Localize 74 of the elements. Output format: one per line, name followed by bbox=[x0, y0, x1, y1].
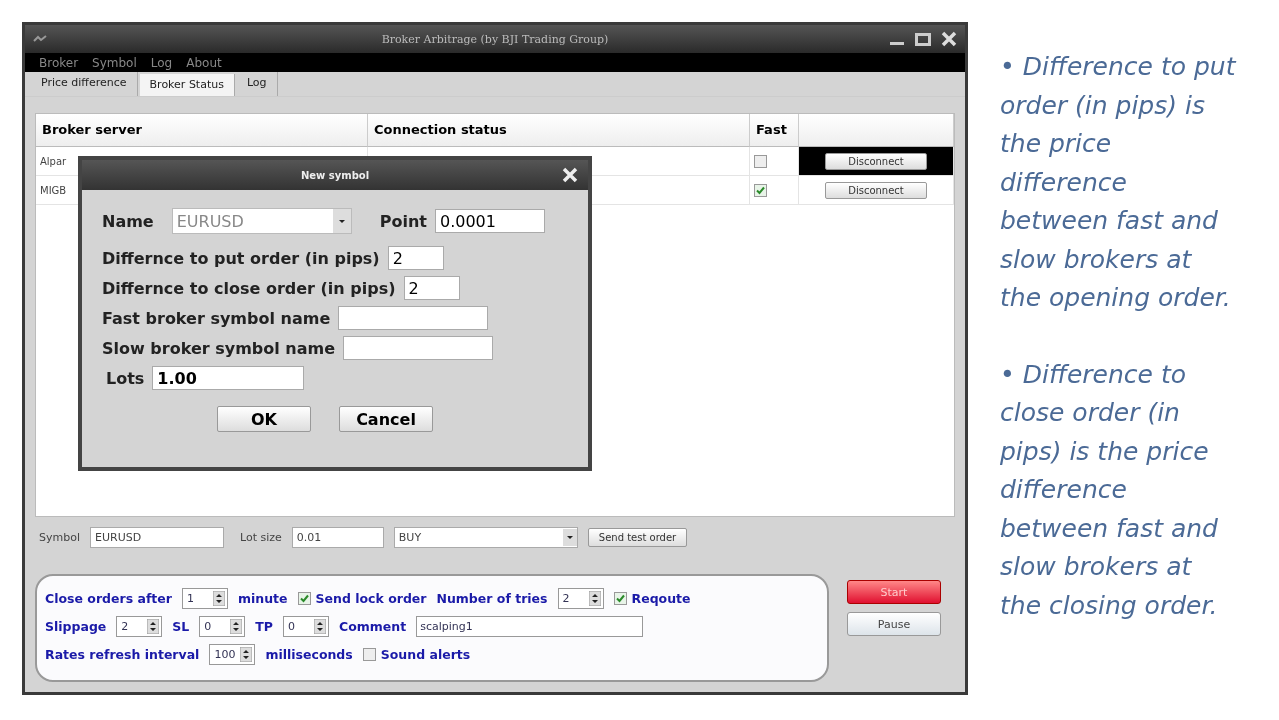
setting-label: minute bbox=[237, 591, 288, 606]
spin-arrows-icon[interactable] bbox=[588, 591, 601, 606]
field-label: Differnce to put order (in pips) bbox=[102, 248, 380, 268]
checkbox[interactable] bbox=[297, 592, 311, 605]
window-title: Broker Arbitrage (by BJI Trading Group) bbox=[381, 32, 609, 46]
setting-label: Comment bbox=[339, 619, 407, 634]
caret-icon bbox=[332, 209, 351, 233]
disconnect-button[interactable]: Disconnect bbox=[825, 152, 927, 170]
symbol-field[interactable]: EURUSD bbox=[90, 527, 224, 548]
spinner-field[interactable]: 2 bbox=[116, 616, 163, 637]
checkbox[interactable] bbox=[362, 648, 376, 661]
app-icon bbox=[33, 35, 47, 43]
send-test-order-button[interactable]: Send test order bbox=[587, 528, 688, 547]
column-header: Fast bbox=[750, 114, 799, 147]
field-label: Point bbox=[379, 211, 427, 231]
field-label: Lots bbox=[106, 368, 145, 388]
checkbox-label: Send lock order bbox=[315, 591, 427, 606]
field-label: Lot size bbox=[240, 531, 282, 544]
tab[interactable]: Price difference bbox=[31, 72, 138, 96]
setting-label: Close orders after bbox=[45, 591, 172, 606]
menu-item[interactable]: About bbox=[186, 55, 222, 70]
menu-item[interactable]: Broker bbox=[39, 55, 79, 70]
tab[interactable]: Broker Status bbox=[139, 74, 235, 96]
lot-size-field[interactable]: 0.01 bbox=[291, 527, 384, 548]
spin-arrows-icon[interactable] bbox=[230, 619, 243, 634]
input-field[interactable] bbox=[343, 336, 494, 360]
input-field[interactable]: 2 bbox=[403, 276, 460, 300]
checkbox[interactable] bbox=[754, 183, 767, 197]
spin-arrows-icon[interactable] bbox=[212, 591, 225, 606]
field-label: Name bbox=[102, 211, 154, 231]
setting-label: Slippage bbox=[45, 619, 107, 634]
bullet-note: • Difference to close order (in pips) is the price difference between fast and slow brokers at the closing order. bbox=[1000, 358, 1219, 622]
field-label: Fast broker symbol name bbox=[102, 308, 331, 328]
spin-arrows-icon[interactable] bbox=[240, 647, 253, 662]
checkbox-label: Reqoute bbox=[631, 591, 691, 606]
setting-label: SL bbox=[172, 619, 190, 634]
setting-label: milliseconds bbox=[265, 647, 353, 662]
checkbox-label: Sound alerts bbox=[380, 647, 471, 662]
setting-label: Number of tries bbox=[436, 591, 548, 606]
field-label: Symbol bbox=[39, 531, 80, 544]
ok-button[interactable]: OK bbox=[217, 406, 311, 432]
close-icon[interactable] bbox=[562, 167, 578, 183]
pause-button[interactable]: Pause bbox=[847, 612, 941, 636]
column-header: Connection status bbox=[368, 114, 750, 147]
caret-icon bbox=[562, 529, 577, 546]
close-icon[interactable] bbox=[941, 31, 957, 47]
lots-field[interactable]: 1.00 bbox=[152, 366, 305, 390]
point-field[interactable]: 0.0001 bbox=[434, 209, 545, 233]
side-dropdown[interactable]: BUY bbox=[393, 527, 578, 548]
spin-arrows-icon[interactable] bbox=[314, 619, 326, 634]
setting-label: TP bbox=[255, 619, 273, 634]
spinner-field[interactable]: 2 bbox=[557, 588, 604, 609]
field-label: Differnce to close order (in pips) bbox=[102, 278, 396, 298]
comment-field[interactable]: scalping1 bbox=[416, 616, 644, 637]
maximize-icon[interactable] bbox=[915, 31, 931, 47]
spinner-field[interactable]: 1 bbox=[181, 588, 228, 609]
checkbox[interactable] bbox=[754, 154, 767, 168]
spinner-field[interactable]: 100 bbox=[209, 644, 256, 665]
spinner-field[interactable]: 0 bbox=[283, 616, 329, 637]
name-dropdown[interactable]: EURUSD bbox=[171, 208, 352, 234]
column-header: Broker server bbox=[36, 114, 368, 147]
bullet-note: • Difference to put order (in pips) is the price difference between fast and slow brokers at the opening order. bbox=[1000, 51, 1236, 314]
setting-label: Rates refresh interval bbox=[45, 647, 200, 662]
input-field[interactable] bbox=[338, 306, 489, 330]
tab[interactable]: Log bbox=[236, 72, 278, 96]
spinner-field[interactable]: 0 bbox=[199, 616, 246, 637]
cancel-button[interactable]: Cancel bbox=[339, 406, 433, 432]
checkbox[interactable] bbox=[613, 592, 627, 605]
field-label: Slow broker symbol name bbox=[102, 338, 336, 358]
disconnect-button[interactable]: Disconnect bbox=[825, 181, 927, 199]
menu-item[interactable]: Log bbox=[150, 55, 173, 70]
menu-item[interactable]: Symbol bbox=[92, 55, 137, 70]
input-field[interactable]: 2 bbox=[387, 246, 444, 270]
spin-arrows-icon[interactable] bbox=[147, 619, 160, 634]
